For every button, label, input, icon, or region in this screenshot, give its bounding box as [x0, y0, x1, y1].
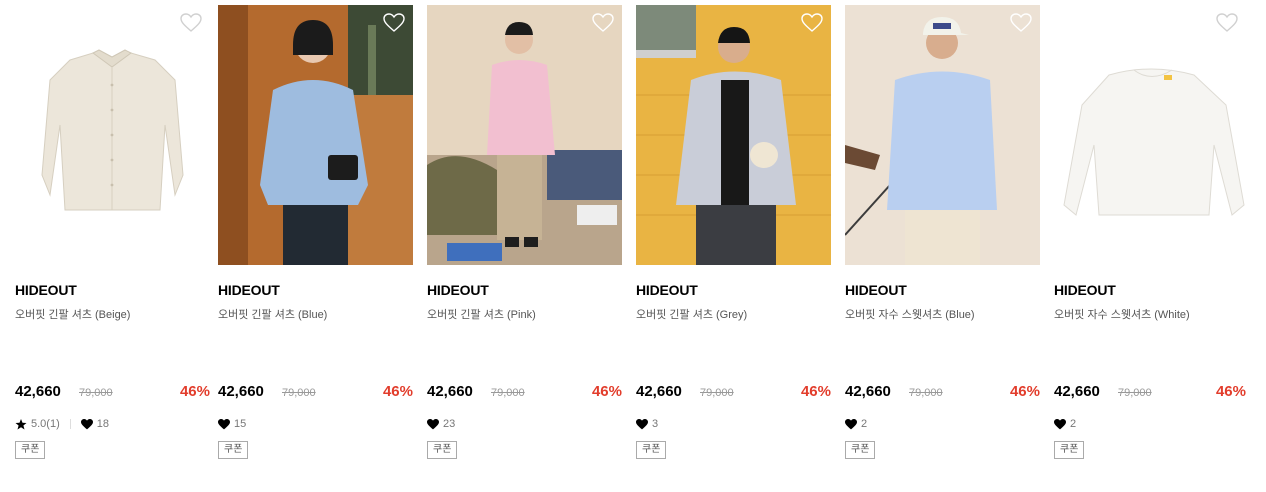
product-grid: HIDEOUT 오버핏 긴팔 셔츠 (Beige) 42,660 79,000 …: [0, 0, 1266, 492]
product-stats: 2: [1054, 417, 1076, 431]
sale-price: 42,660: [218, 383, 264, 400]
rating-value: 5.0(1): [31, 418, 60, 430]
product-stats: 15: [218, 417, 246, 431]
wishlist-heart-icon[interactable]: [383, 13, 405, 33]
discount-rate: 46%: [591, 383, 622, 400]
original-price: 79,000: [282, 387, 316, 399]
heart-filled-icon: [218, 418, 230, 430]
discount-rate: 46%: [800, 383, 831, 400]
product-card[interactable]: HIDEOUT 오버핏 긴팔 셔츠 (Blue) 42,660 79,000 4…: [218, 5, 413, 475]
wishlist-heart-icon[interactable]: [1216, 13, 1238, 33]
product-image[interactable]: [427, 5, 622, 265]
sale-price: 42,660: [1054, 383, 1100, 400]
likes-count: 15: [234, 418, 247, 430]
coupon-badge: 쿠폰: [218, 441, 249, 459]
wishlist-heart-icon[interactable]: [1010, 13, 1032, 33]
product-card[interactable]: HIDEOUT 오버핏 긴팔 셔츠 (Pink) 42,660 79,000 4…: [427, 5, 622, 475]
wishlist-heart-icon[interactable]: [180, 13, 202, 33]
star-icon: [15, 418, 27, 430]
original-price: 79,000: [700, 387, 734, 399]
product-image[interactable]: [845, 5, 1040, 265]
product-name[interactable]: 오버핏 자수 스웻셔츠 (White): [1054, 306, 1190, 322]
likes-count: 23: [443, 418, 456, 430]
product-image[interactable]: [15, 5, 210, 265]
likes-count: 3: [652, 418, 659, 430]
coupon-badge: 쿠폰: [845, 441, 876, 459]
brand-name[interactable]: HIDEOUT: [1054, 282, 1116, 298]
product-stats: 5.0(1) 18: [15, 417, 109, 431]
coupon-badge: 쿠폰: [636, 441, 667, 459]
product-card[interactable]: HIDEOUT 오버핏 자수 스웻셔츠 (White) 42,660 79,00…: [1054, 5, 1249, 475]
likes-count: 2: [861, 418, 868, 430]
product-image[interactable]: [636, 5, 831, 265]
product-stats: 3: [636, 417, 658, 431]
divider: [69, 419, 71, 429]
sale-price: 42,660: [845, 383, 891, 400]
product-card[interactable]: HIDEOUT 오버핏 긴팔 셔츠 (Grey) 42,660 79,000 4…: [636, 5, 831, 475]
product-stats: 23: [427, 417, 455, 431]
brand-name[interactable]: HIDEOUT: [636, 282, 698, 298]
product-card[interactable]: HIDEOUT 오버핏 자수 스웻셔츠 (Blue) 42,660 79,000…: [845, 5, 1040, 475]
coupon-badge: 쿠폰: [15, 441, 46, 459]
heart-filled-icon: [636, 418, 648, 430]
coupon-badge: 쿠폰: [1054, 441, 1085, 459]
heart-filled-icon: [845, 418, 857, 430]
discount-rate: 46%: [382, 383, 413, 400]
sale-price: 42,660: [427, 383, 473, 400]
product-name[interactable]: 오버핏 긴팔 셔츠 (Grey): [636, 306, 747, 322]
product-image[interactable]: [1054, 5, 1249, 265]
product-card[interactable]: HIDEOUT 오버핏 긴팔 셔츠 (Beige) 42,660 79,000 …: [15, 5, 210, 475]
discount-rate: 46%: [179, 383, 210, 400]
wishlist-heart-icon[interactable]: [801, 13, 823, 33]
product-stats: 2: [845, 417, 867, 431]
product-name[interactable]: 오버핏 자수 스웻셔츠 (Blue): [845, 306, 975, 322]
product-name[interactable]: 오버핏 긴팔 셔츠 (Blue): [218, 306, 327, 322]
brand-name[interactable]: HIDEOUT: [15, 282, 77, 298]
brand-name[interactable]: HIDEOUT: [845, 282, 907, 298]
heart-filled-icon: [80, 418, 93, 430]
heart-filled-icon: [427, 418, 439, 430]
likes-count: 18: [96, 418, 109, 430]
heart-filled-icon: [1054, 418, 1066, 430]
brand-name[interactable]: HIDEOUT: [427, 282, 489, 298]
coupon-badge: 쿠폰: [427, 441, 458, 459]
product-name[interactable]: 오버핏 긴팔 셔츠 (Pink): [427, 306, 536, 322]
product-image[interactable]: [218, 5, 413, 265]
sale-price: 42,660: [15, 383, 61, 400]
wishlist-heart-icon[interactable]: [592, 13, 614, 33]
original-price: 79,000: [491, 387, 525, 399]
brand-name[interactable]: HIDEOUT: [218, 282, 280, 298]
sale-price: 42,660: [636, 383, 682, 400]
discount-rate: 46%: [1009, 383, 1040, 400]
product-name[interactable]: 오버핏 긴팔 셔츠 (Beige): [15, 306, 130, 322]
original-price: 79,000: [909, 387, 943, 399]
discount-rate: 46%: [1215, 383, 1246, 400]
original-price: 79,000: [79, 387, 113, 399]
likes-count: 2: [1070, 418, 1077, 430]
original-price: 79,000: [1118, 387, 1152, 399]
